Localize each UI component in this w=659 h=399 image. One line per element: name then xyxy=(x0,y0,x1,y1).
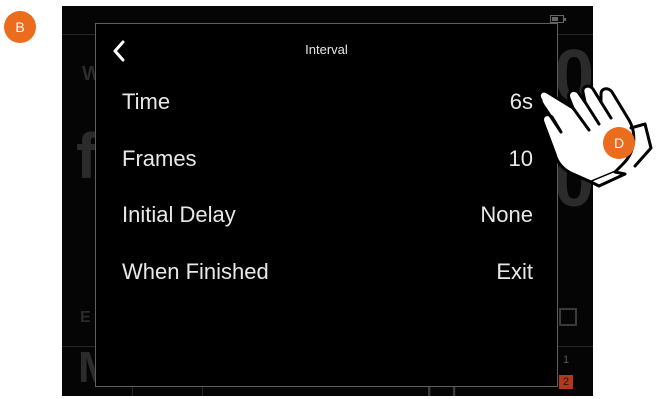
callout-badge-d: D xyxy=(603,127,635,159)
battery-icon xyxy=(550,15,566,23)
pointing-hand-icon xyxy=(537,84,653,188)
row-label: Frames xyxy=(122,146,197,171)
menu-row-initial-delay[interactable]: Initial Delay None xyxy=(122,197,533,233)
menu-row-frames[interactable]: Frames 10 xyxy=(122,141,533,177)
row-value: 10 xyxy=(508,146,533,171)
row-value: None xyxy=(480,202,533,227)
menu-row-time[interactable]: Time 6s xyxy=(122,84,533,120)
interval-dialog: Interval Time 6s Frames 10 Initial Delay… xyxy=(95,23,558,387)
menu-row-when-finished[interactable]: When Finished Exit xyxy=(122,254,533,290)
background-checkbox-icon xyxy=(559,308,577,326)
callout-badge-b: B xyxy=(4,11,36,43)
row-label: When Finished xyxy=(122,259,269,284)
row-value: Exit xyxy=(496,259,533,284)
background-ui-glyph: E xyxy=(80,309,91,326)
row-value: 6s xyxy=(509,89,533,114)
row-label: Initial Delay xyxy=(122,202,236,227)
dialog-title: Interval xyxy=(305,42,348,57)
background-ui-glyph: 2 xyxy=(559,375,573,389)
row-label: Time xyxy=(122,89,171,114)
background-ui-glyph: 1 xyxy=(563,354,570,366)
